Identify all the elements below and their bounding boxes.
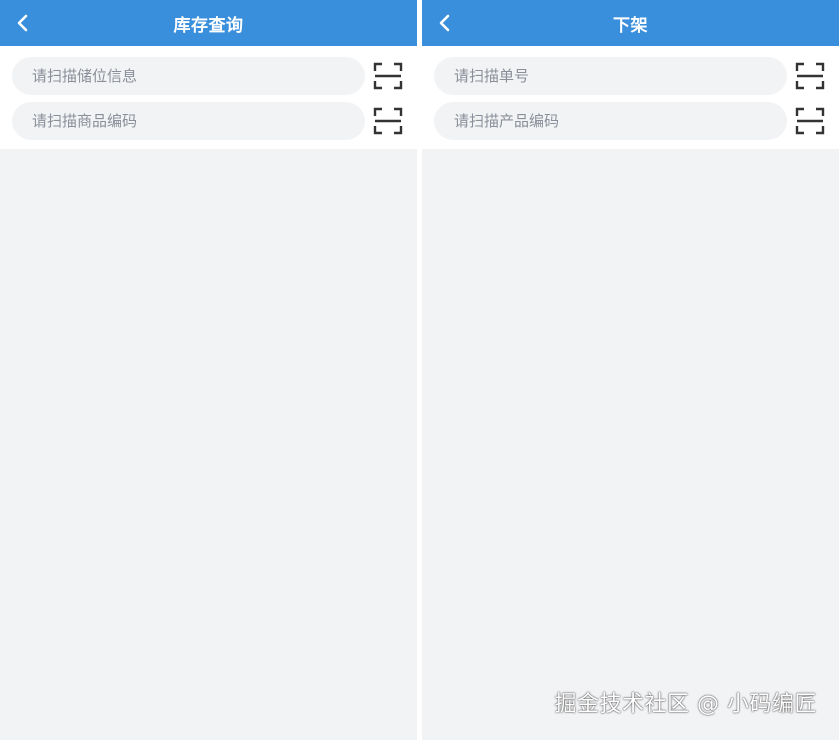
product-code-field-row [422, 98, 839, 143]
scan-product-button[interactable] [371, 104, 405, 138]
product-code-field-row [0, 98, 417, 143]
scan-icon [373, 107, 403, 134]
chevron-left-icon [439, 14, 450, 32]
product-code-input[interactable] [434, 101, 787, 140]
scan-icon [373, 62, 403, 89]
scan-order-button[interactable] [793, 59, 827, 93]
inventory-query-screen: 库存查询 [0, 0, 417, 740]
location-field-row [0, 53, 417, 98]
back-button[interactable] [430, 8, 460, 38]
watermark: 掘金技术社区 @ 小码编匠 [554, 692, 817, 717]
product-code-input[interactable] [12, 101, 365, 140]
scan-form [422, 46, 839, 149]
scan-form [0, 46, 417, 149]
scan-icon [795, 62, 825, 89]
scan-icon [795, 107, 825, 134]
chevron-left-icon [17, 14, 28, 32]
page-title: 库存查询 [173, 15, 244, 36]
order-number-field-row [422, 53, 839, 98]
page-title: 下架 [613, 15, 648, 36]
scan-location-button[interactable] [371, 59, 405, 93]
unshelve-screen: 下架 请扫描单号 请扫描产品编码 掘金技术社区 @ 小码编匠 [422, 0, 839, 740]
back-button[interactable] [8, 8, 38, 38]
scan-product-button[interactable] [793, 104, 827, 138]
order-number-input[interactable] [434, 56, 787, 95]
navbar: 库存查询 [0, 0, 417, 46]
location-input[interactable] [12, 56, 365, 95]
screenshot-canvas: 库存查询 请扫描储位信息 请扫描商品编码 下架 请扫描单号 请扫描产品编码 掘金… [0, 0, 839, 740]
navbar: 下架 [422, 0, 839, 46]
